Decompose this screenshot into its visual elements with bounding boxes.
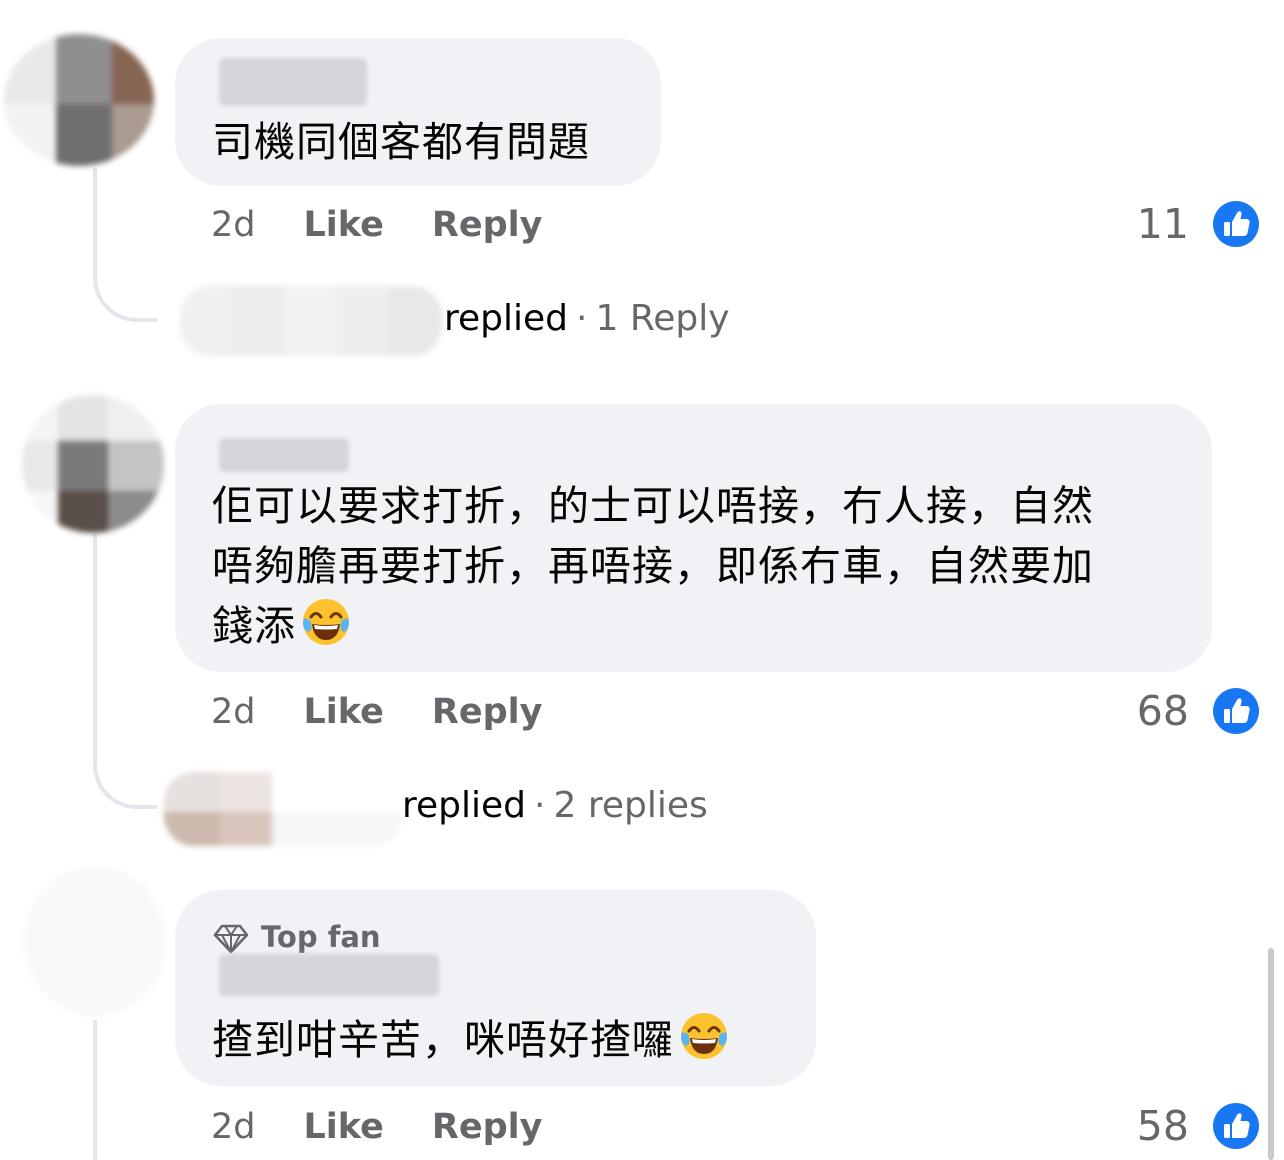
face-with-tears-of-joy-icon — [681, 1013, 727, 1059]
timestamp[interactable]: 2d — [211, 1107, 256, 1147]
avatar[interactable] — [22, 395, 164, 533]
author-name[interactable] — [219, 954, 439, 996]
replied-label: replied — [444, 298, 569, 339]
badge-label: Top fan — [261, 920, 381, 954]
scrollbar[interactable] — [1268, 948, 1274, 1160]
like-icon — [1213, 1103, 1259, 1149]
reaction-summary[interactable]: 11 — [1136, 196, 1260, 248]
thread-connector — [93, 735, 157, 809]
comment-text: 司機同個客都有問題 — [212, 112, 590, 172]
comment-text-line: 佢可以要求打折，的士可以唔接，冇人接，自然 — [212, 482, 1094, 530]
reply-button[interactable]: Reply — [432, 1107, 543, 1147]
reaction-summary[interactable]: 58 — [1136, 1098, 1260, 1150]
thread-line — [93, 534, 97, 754]
comment-text-line-with-emoji: 錢添 — [212, 596, 1094, 656]
comment-text: 揸到咁辛苦，咪唔好揸囉 — [212, 1010, 730, 1070]
avatar[interactable] — [24, 866, 166, 1016]
comment-bubble: Top fan 揸到咁辛苦，咪唔好揸囉 — [175, 890, 816, 1086]
timestamp[interactable]: 2d — [211, 692, 256, 732]
like-button[interactable]: Like — [304, 692, 384, 732]
separator: · — [534, 785, 546, 826]
like-icon — [1213, 688, 1259, 734]
face-with-tears-of-joy-icon — [303, 599, 349, 645]
comment-text-content: 揸到咁辛苦，咪唔好揸囉 — [212, 1016, 674, 1064]
reply-button[interactable]: Reply — [432, 692, 543, 732]
timestamp[interactable]: 2d — [211, 205, 256, 245]
reaction-summary[interactable]: 68 — [1136, 683, 1260, 735]
comment-actions: 2d Like Reply — [211, 687, 590, 737]
reply-count: 1 Reply — [595, 298, 730, 339]
replier-avatar[interactable] — [180, 286, 442, 356]
view-replies-link[interactable]: replied · 2 replies — [402, 779, 708, 833]
comment-text-content: 司機同個客都有問題 — [212, 118, 590, 166]
thread-connector — [93, 250, 157, 322]
replied-label: replied — [402, 785, 527, 826]
top-fan-badge: Top fan — [213, 917, 381, 957]
author-name[interactable] — [219, 58, 367, 106]
comment-actions: 2d Like Reply — [211, 1102, 590, 1152]
reply-button[interactable]: Reply — [432, 205, 543, 245]
view-replies-link[interactable]: replied · 1 Reply — [444, 292, 730, 346]
author-name[interactable] — [219, 438, 349, 472]
comment-text-line: 唔夠膽再要打折，再唔接，即係冇車，自然要加 — [212, 542, 1094, 590]
comment-text: 佢可以要求打折，的士可以唔接，冇人接，自然 唔夠膽再要打折，再唔接，即係冇車，自… — [212, 476, 1094, 656]
avatar[interactable] — [4, 34, 154, 166]
like-button[interactable]: Like — [304, 205, 384, 245]
diamond-icon — [213, 924, 249, 954]
comment-text-content: 錢添 — [212, 602, 296, 650]
replier-avatar[interactable] — [164, 772, 402, 846]
reaction-count: 68 — [1136, 687, 1189, 735]
comment-bubble: 佢可以要求打折，的士可以唔接，冇人接，自然 唔夠膽再要打折，再唔接，即係冇車，自… — [175, 404, 1212, 672]
comment-bubble: 司機同個客都有問題 — [175, 38, 661, 186]
comment-actions: 2d Like Reply — [211, 200, 590, 250]
separator: · — [576, 298, 588, 339]
like-button[interactable]: Like — [304, 1107, 384, 1147]
reply-count: 2 replies — [553, 785, 708, 826]
like-icon — [1213, 201, 1259, 247]
thread-line — [93, 1020, 97, 1160]
reaction-count: 58 — [1136, 1102, 1189, 1150]
reaction-count: 11 — [1136, 200, 1189, 248]
